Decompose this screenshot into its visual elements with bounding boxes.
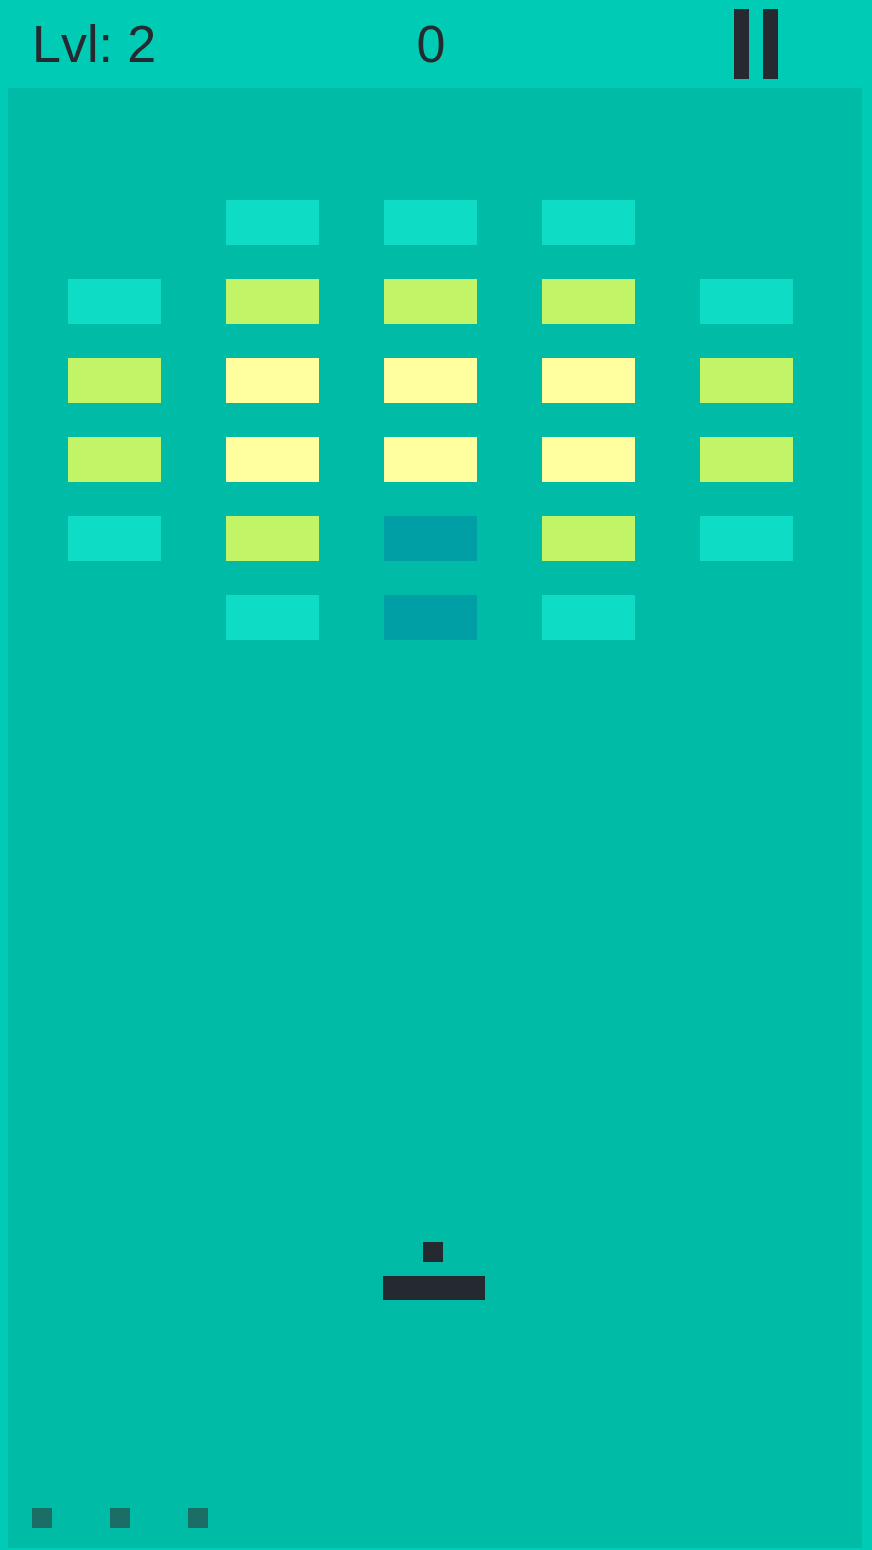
brick [384,358,477,403]
brick [226,516,319,561]
brick [542,200,635,245]
brick [226,358,319,403]
brick [700,516,793,561]
brick [226,437,319,482]
brick [384,200,477,245]
brick [542,516,635,561]
brick [384,516,477,561]
empty-slot [700,595,793,640]
brick [384,437,477,482]
brick [700,358,793,403]
brick [700,437,793,482]
brick [68,279,161,324]
play-field[interactable] [8,88,862,1548]
brick [700,279,793,324]
life-icon [188,1508,208,1528]
brick [68,437,161,482]
score: 0 [417,18,456,70]
lives [32,1508,208,1528]
brick-grid [68,200,862,640]
life-icon [110,1508,130,1528]
ball [423,1242,443,1262]
brick [384,279,477,324]
life-icon [32,1508,52,1528]
empty-slot [700,200,793,245]
brick [226,279,319,324]
brick [226,595,319,640]
brick [542,358,635,403]
empty-slot [68,595,161,640]
brick [542,279,635,324]
hud-bar: Lvl: 2 0 [0,0,872,88]
pause-bar-icon [763,9,778,79]
brick [68,516,161,561]
brick [68,358,161,403]
pause-bar-icon [734,9,749,79]
paddle[interactable] [383,1276,485,1300]
brick [226,200,319,245]
brick [542,437,635,482]
pause-button[interactable] [734,9,778,79]
brick [384,595,477,640]
level-label: Lvl: 2 [32,18,156,70]
game-screen: Lvl: 2 0 [0,0,872,1550]
empty-slot [68,200,161,245]
brick [542,595,635,640]
